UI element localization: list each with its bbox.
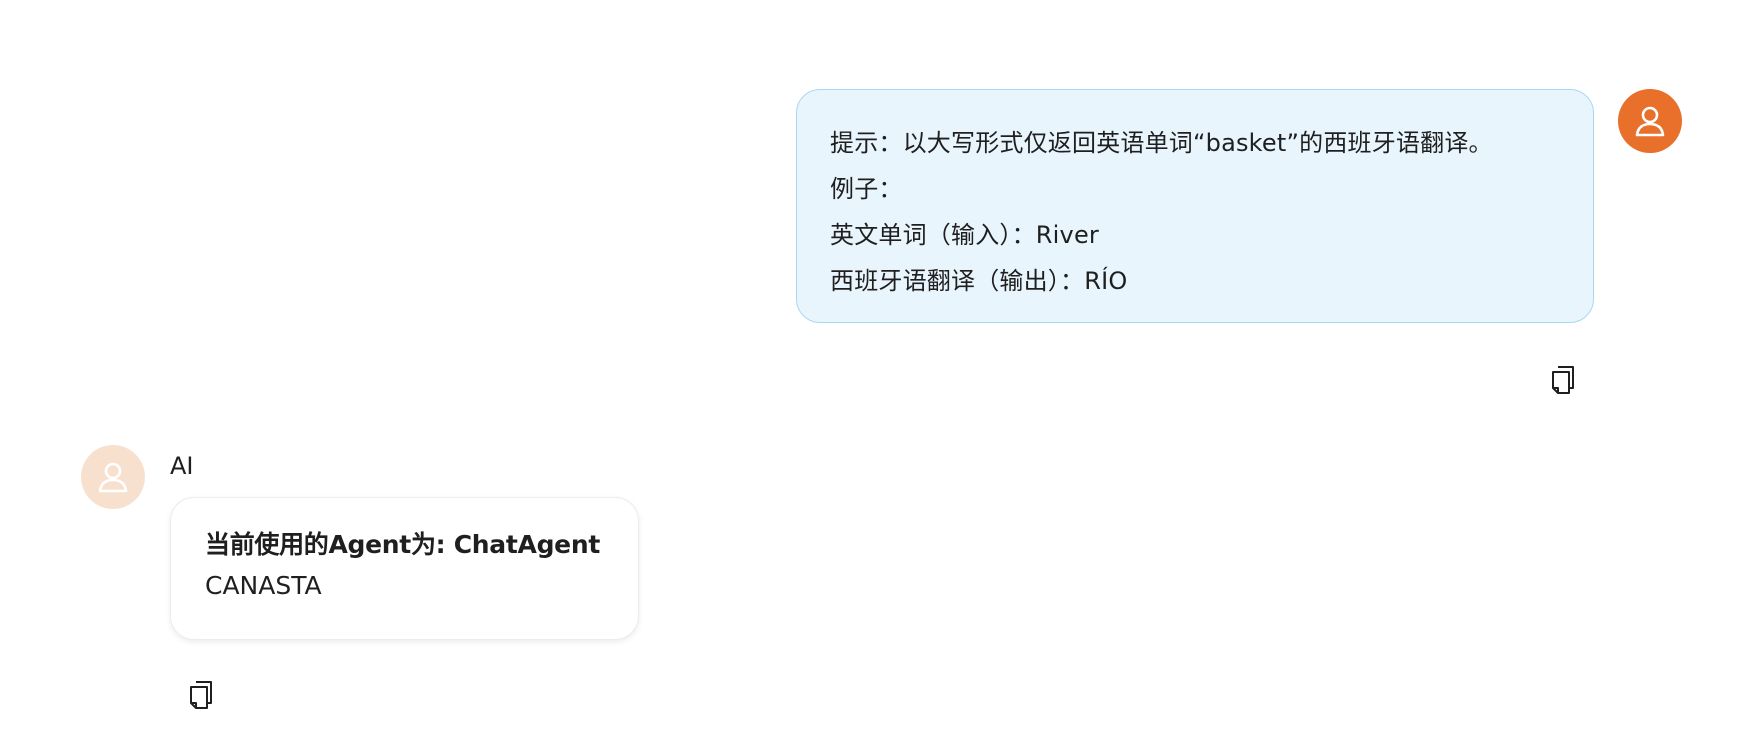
user-message-line: 西班牙语翻译（输出）：RÍO [830, 267, 1128, 295]
user-copy-button[interactable] [1549, 364, 1577, 396]
user-avatar [1618, 89, 1682, 153]
user-message-line: 提示：以大写形式仅返回英语单词“basket”的西班牙语翻译。 [830, 129, 1493, 157]
copy-icon [190, 681, 212, 709]
user-message-line: 英文单词（输入）：River [830, 221, 1099, 249]
user-icon [1635, 106, 1665, 137]
ai-avatar [81, 445, 145, 509]
user-message-line: 例子： [830, 175, 903, 203]
ai-sender-name: AI [170, 452, 194, 480]
user-icon [98, 462, 128, 493]
copy-icon [1552, 366, 1574, 394]
chat-view: 提示：以大写形式仅返回英语单词“basket”的西班牙语翻译。 例子： 英文单词… [0, 0, 1752, 732]
user-message-bubble: 提示：以大写形式仅返回英语单词“basket”的西班牙语翻译。 例子： 英文单词… [796, 89, 1594, 323]
ai-reply-text: CANASTA [205, 571, 322, 600]
ai-copy-button[interactable] [187, 679, 215, 711]
ai-message-bubble: 当前使用的Agent为: ChatAgent CANASTA [170, 497, 639, 640]
agent-info-line: 当前使用的Agent为: ChatAgent [205, 530, 600, 559]
